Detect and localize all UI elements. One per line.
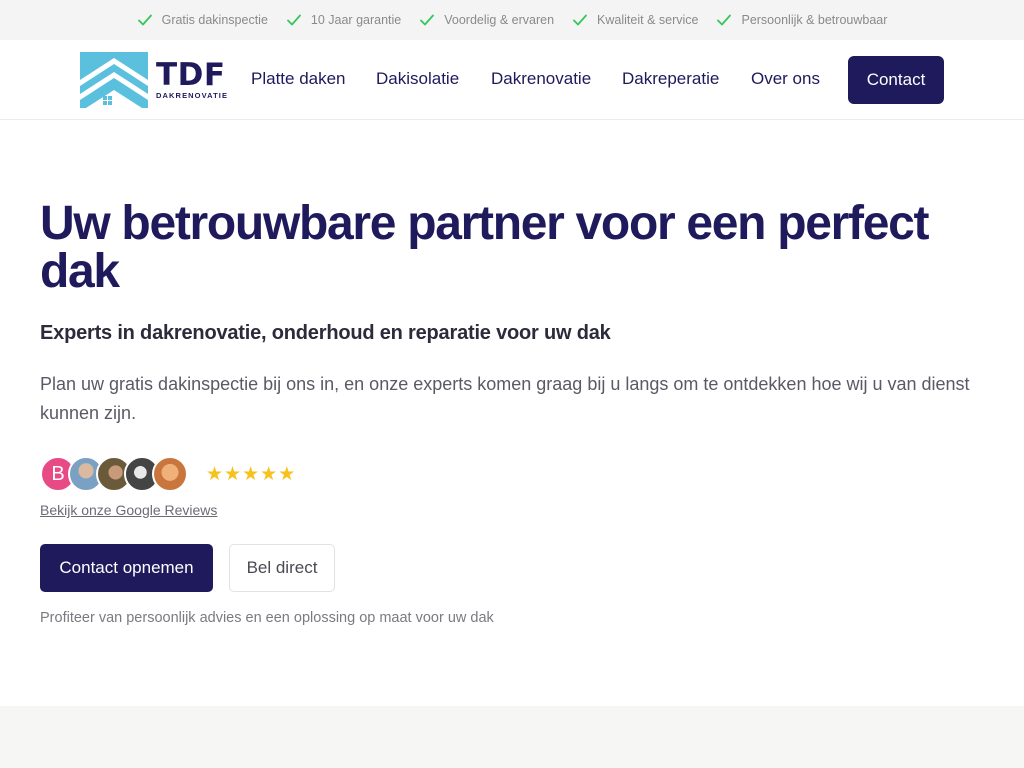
check-icon: [420, 14, 435, 26]
check-icon: [573, 14, 587, 26]
contact-opnemen-button[interactable]: Contact opnemen: [40, 544, 213, 592]
site-header: TDF DAKRENOVATIE Platte daken Dakisolati…: [0, 40, 1024, 120]
hero-section: Uw betrouwbare partner voor een perfect …: [40, 200, 984, 428]
hero-title: Uw betrouwbare partner voor een perfect …: [40, 197, 929, 298]
usp-item: Kwaliteit & service: [572, 12, 698, 28]
star-icon: ★: [260, 463, 278, 485]
nav-item-dakrenovatie[interactable]: Dakrenovatie: [491, 69, 591, 89]
google-reviews-link[interactable]: Bekijk onze Google Reviews: [40, 502, 217, 518]
check-icon: [137, 14, 152, 26]
usp-item: Gratis dakinspectie: [137, 12, 268, 28]
star-icon: ★: [224, 463, 242, 485]
usp-item: 10 Jaar garantie: [286, 12, 401, 28]
nav-item-dakreperatie[interactable]: Dakreperatie: [622, 69, 719, 89]
avatar: [152, 456, 188, 492]
usp-label: Kwaliteit & service: [597, 13, 699, 27]
logo[interactable]: TDF DAKRENOVATIE: [80, 52, 236, 108]
nav-item-dakisolatie[interactable]: Dakisolatie: [376, 69, 459, 89]
check-icon: [287, 14, 301, 26]
logo-wordmark: TDF DAKRENOVATIE: [156, 57, 229, 101]
usp-bar: Gratis dakinspectie 10 Jaar garantie Voo…: [0, 0, 1024, 40]
roof-logo-icon: [80, 52, 148, 108]
usp-item: Persoonlijk & betrouwbaar: [716, 12, 887, 28]
contact-button[interactable]: Contact: [848, 56, 944, 104]
usp-item: Voordelig & ervaren: [419, 12, 554, 28]
nav-item-over-ons[interactable]: Over ons: [751, 69, 820, 89]
nav-item-platte-daken[interactable]: Platte daken: [251, 69, 346, 89]
check-icon: [717, 14, 732, 26]
hero-subtitle: Experts in dakrenovatie, onderhoud en re…: [40, 322, 611, 344]
star-icon: ★: [206, 463, 224, 485]
hero-note: Profiteer van persoonlijk advies en een …: [40, 610, 494, 626]
bel-direct-button[interactable]: Bel direct: [229, 544, 335, 592]
star-icon: ★: [278, 463, 296, 485]
logo-tagline: DAKRENOVATIE: [156, 91, 229, 100]
usp-label: 10 Jaar garantie: [310, 13, 402, 27]
usp-label: Gratis dakinspectie: [161, 13, 268, 27]
hero-lead: Plan uw gratis dakinspectie bij ons in, …: [40, 374, 970, 423]
next-section-band: [0, 706, 1024, 768]
logo-name: TDF: [156, 57, 226, 93]
reviews-strip: B ★ ★ ★ ★ ★: [40, 456, 296, 492]
usp-label: Persoonlijk & betrouwbaar: [741, 13, 888, 27]
usp-label: Voordelig & ervaren: [444, 13, 555, 27]
star-icon: ★: [242, 463, 260, 485]
star-rating: ★ ★ ★ ★ ★: [206, 463, 296, 486]
avatar-letter: B: [51, 462, 65, 485]
